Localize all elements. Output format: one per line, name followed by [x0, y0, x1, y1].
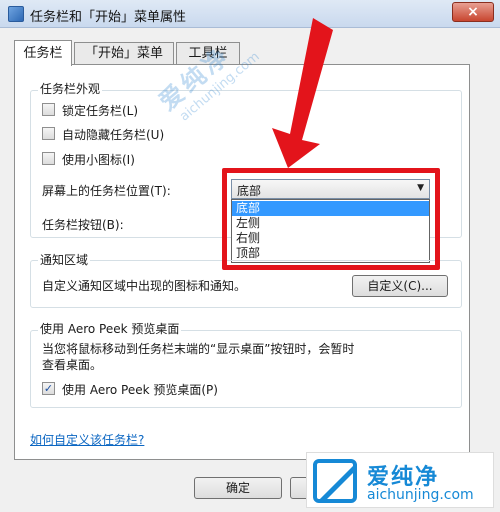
- taskbar-buttons-label: 任务栏按钮(B):: [42, 218, 124, 232]
- auto-hide-checkbox[interactable]: [42, 127, 55, 140]
- lock-taskbar-label: 锁定任务栏(L): [62, 104, 139, 118]
- title-bar: 任务栏和「开始」菜单属性 ×: [0, 0, 500, 28]
- tab-taskbar[interactable]: 任务栏: [14, 40, 72, 66]
- aero-peek-description-line1: 当您将鼠标移动到任务栏末端的“显示桌面”按钮时，会暂时: [42, 342, 355, 356]
- use-peek-label: 使用 Aero Peek 预览桌面(P): [62, 383, 218, 397]
- aero-peek-description-line2: 查看桌面。: [42, 358, 103, 372]
- watermark-url: aichunjing.com: [367, 487, 474, 503]
- tab-start-menu[interactable]: 「开始」菜单: [74, 42, 174, 66]
- lock-taskbar-checkbox[interactable]: [42, 103, 55, 116]
- notification-group-title: 通知区域: [38, 251, 91, 268]
- small-icons-label: 使用小图标(I): [62, 153, 135, 167]
- help-link[interactable]: 如何自定义该任务栏?: [30, 431, 144, 448]
- auto-hide-label: 自动隐藏任务栏(U): [62, 128, 165, 142]
- appearance-group-title: 任务栏外观: [38, 80, 103, 97]
- ok-button[interactable]: 确定: [194, 477, 282, 499]
- watermark-logo-icon: [313, 459, 357, 503]
- taskbar-position-value: 底部: [237, 184, 262, 198]
- dropdown-option-left[interactable]: 左侧: [232, 216, 429, 231]
- notification-description: 自定义通知区域中出现的图标和通知。: [42, 279, 247, 293]
- taskbar-position-dropdown: 底部 左侧 右侧 顶部: [231, 199, 430, 263]
- taskbar-position-label: 屏幕上的任务栏位置(T):: [42, 184, 171, 198]
- dropdown-option-right[interactable]: 右侧: [232, 231, 429, 246]
- watermark-badge: 爱纯净 aichunjing.com: [306, 452, 494, 508]
- close-button[interactable]: ×: [452, 2, 494, 22]
- customize-button[interactable]: 自定义(C)...: [352, 275, 448, 297]
- app-icon: [8, 6, 24, 22]
- dropdown-option-bottom[interactable]: 底部: [232, 201, 429, 216]
- use-peek-checkbox[interactable]: ✓: [42, 382, 55, 395]
- taskbar-position-select[interactable]: 底部 ▼: [231, 179, 430, 199]
- chevron-down-icon[interactable]: ▼: [417, 183, 424, 193]
- aero-peek-group-title: 使用 Aero Peek 预览桌面: [38, 320, 182, 337]
- small-icons-checkbox[interactable]: [42, 152, 55, 165]
- dropdown-option-top[interactable]: 顶部: [232, 246, 429, 261]
- window-title: 任务栏和「开始」菜单属性: [30, 10, 187, 25]
